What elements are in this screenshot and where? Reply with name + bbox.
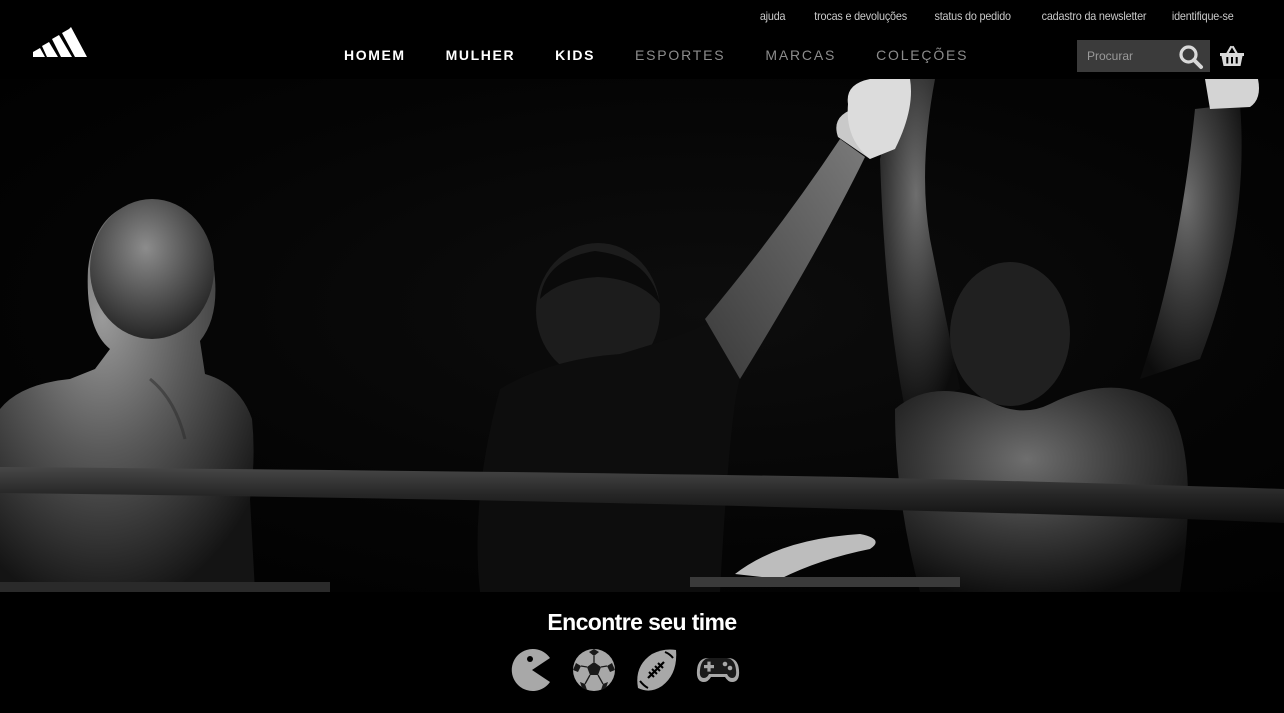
american-football-icon[interactable]: [632, 646, 680, 694]
boxing-ring-scene: [0, 79, 1284, 592]
utility-nav: ajuda trocas e devoluções status do pedi…: [757, 9, 1234, 23]
nav-item-marcas[interactable]: MARCAS: [765, 47, 836, 63]
referee: [477, 107, 882, 592]
utility-link-newsletter[interactable]: cadastro da newsletter: [1042, 9, 1147, 23]
team-section-title: Encontre seu time: [547, 609, 737, 635]
utility-link-status-pedido[interactable]: status do pedido: [935, 9, 1012, 23]
nav-item-kids[interactable]: KIDS: [555, 47, 595, 63]
team-finder-section: Encontre seu time: [0, 592, 1284, 713]
nav-item-esportes[interactable]: ESPORTES: [635, 47, 725, 63]
search-box: [1077, 40, 1210, 72]
team-icons: [508, 646, 742, 694]
nav-item-colecoes[interactable]: COLEÇÕES: [876, 47, 968, 63]
utility-link-identifique-se[interactable]: identifique-se: [1172, 9, 1234, 23]
search-icon[interactable]: [1178, 44, 1204, 70]
main-nav: HOMEM MULHER KIDS ESPORTES MARCAS COLEÇÕ…: [344, 47, 968, 63]
hero-image: [0, 79, 1284, 592]
utility-link-ajuda[interactable]: ajuda: [760, 9, 786, 23]
shopping-basket-icon[interactable]: [1219, 44, 1245, 68]
nav-item-homem[interactable]: HOMEM: [344, 47, 406, 63]
left-boxer: [0, 199, 255, 592]
utility-link-trocas-devolucoes[interactable]: trocas e devoluções: [815, 9, 908, 23]
page: ajuda trocas e devoluções status do pedi…: [0, 0, 1284, 713]
site-header: ajuda trocas e devoluções status do pedi…: [0, 0, 1284, 79]
adidas-logo[interactable]: [33, 23, 87, 57]
soccer-ball-icon[interactable]: [570, 646, 618, 694]
gamepad-icon[interactable]: [694, 646, 742, 694]
nav-item-mulher[interactable]: MULHER: [446, 47, 515, 63]
search-input[interactable]: [1077, 41, 1183, 71]
pacman-icon[interactable]: [508, 646, 556, 694]
